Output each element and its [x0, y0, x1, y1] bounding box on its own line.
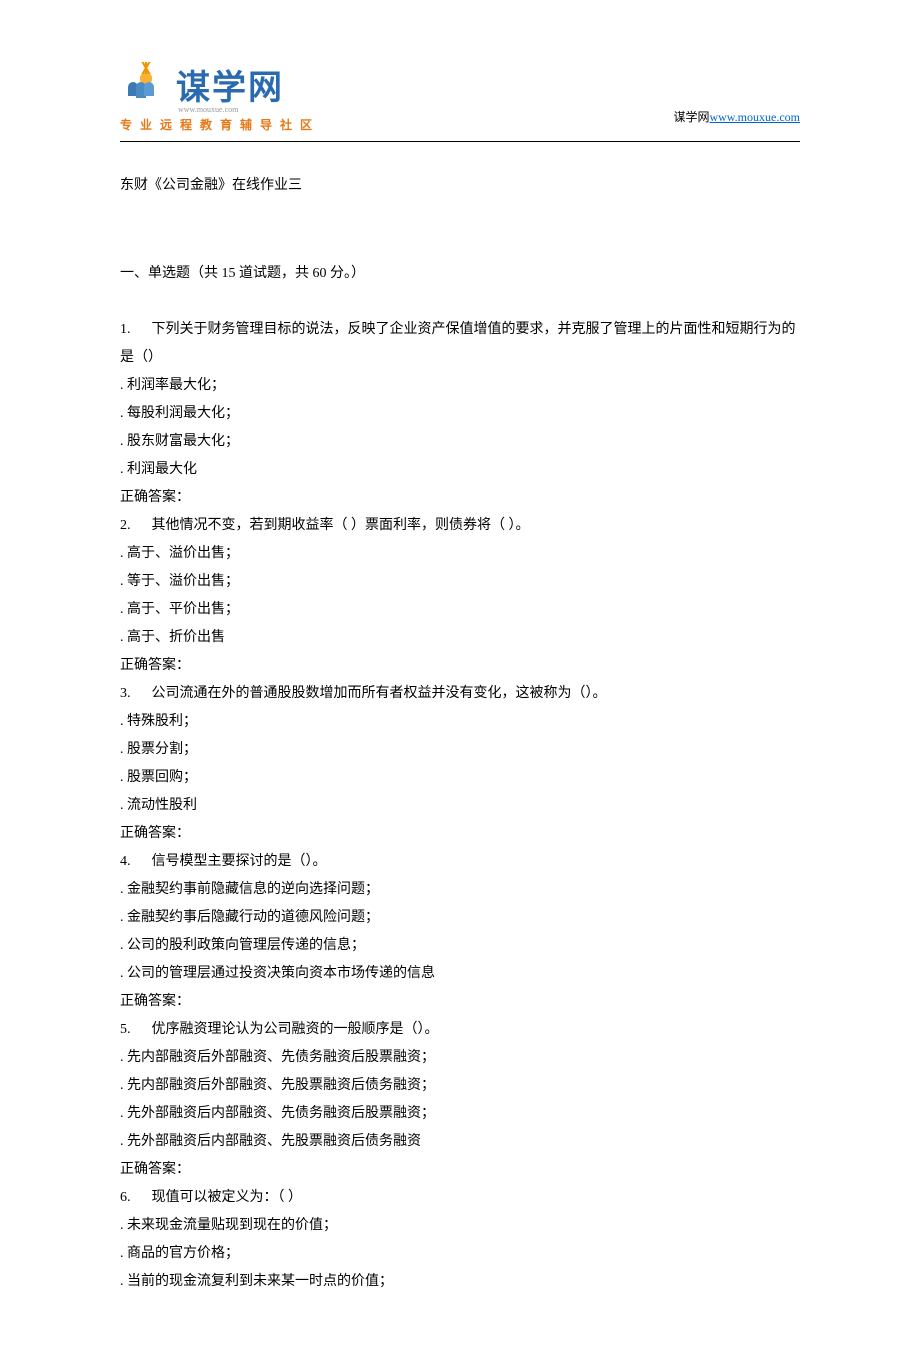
question-option: . 先内部融资后外部融资、先股票融资后债务融资；: [120, 1072, 800, 1100]
question-option: . 高于、折价出售: [120, 624, 800, 652]
question-block: 2. 其他情况不变，若到期收益率（ ）票面利率，则债券将（ ）。 . 高于、溢价…: [120, 512, 800, 680]
question-option: . 先外部融资后内部融资、先股票融资后债务融资: [120, 1128, 800, 1156]
question-stem: 2. 其他情况不变，若到期收益率（ ）票面利率，则债券将（ ）。: [120, 512, 800, 540]
document-body: 东财《公司金融》在线作业三 一、单选题（共 15 道试题，共 60 分。） 1.…: [120, 172, 800, 1296]
header-divider: [120, 141, 800, 142]
question-stem: 1. 下列关于财务管理目标的说法，反映了企业资产保值增值的要求，并克服了管理上的…: [120, 316, 800, 372]
question-option: . 先外部融资后内部融资、先债务融资后股票融资；: [120, 1100, 800, 1128]
question-option: . 金融契约事前隐藏信息的逆向选择问题；: [120, 876, 800, 904]
question-option: . 先内部融资后外部融资、先债务融资后股票融资；: [120, 1044, 800, 1072]
question-stem: 5. 优序融资理论认为公司融资的一般顺序是（）。: [120, 1016, 800, 1044]
question-option: . 股票分割；: [120, 736, 800, 764]
header-link[interactable]: www.mouxue.com: [709, 110, 800, 124]
logo-tagline: 专业远程教育辅导社区: [120, 116, 320, 133]
question-option: . 高于、溢价出售；: [120, 540, 800, 568]
section-heading: 一、单选题（共 15 道试题，共 60 分。）: [120, 260, 800, 288]
logo-text: 谋学网: [176, 60, 284, 109]
question-stem: 3. 公司流通在外的普通股股数增加而所有者权益并没有变化，这被称为（）。: [120, 680, 800, 708]
header-right-prefix: 谋学网: [673, 110, 709, 124]
page-header: 谋学网 www.mouxue.com 专业远程教育辅导社区 谋学网www.mou…: [120, 60, 800, 133]
question-option: . 利润率最大化；: [120, 372, 800, 400]
question-option: . 利润最大化: [120, 456, 800, 484]
question-block: 5. 优序融资理论认为公司融资的一般顺序是（）。 . 先内部融资后外部融资、先债…: [120, 1016, 800, 1184]
question-option: . 每股利润最大化；: [120, 400, 800, 428]
question-option: . 公司的股利政策向管理层传递的信息；: [120, 932, 800, 960]
question-block: 4. 信号模型主要探讨的是（）。 . 金融契约事前隐藏信息的逆向选择问题； . …: [120, 848, 800, 1016]
question-option: . 当前的现金流复利到未来某一时点的价值；: [120, 1268, 800, 1296]
question-option: . 股东财富最大化；: [120, 428, 800, 456]
question-option: . 特殊股利；: [120, 708, 800, 736]
answer-label: 正确答案：: [120, 484, 800, 512]
question-stem: 6. 现值可以被定义为：（ ）: [120, 1184, 800, 1212]
question-option: . 商品的官方价格；: [120, 1240, 800, 1268]
answer-label: 正确答案：: [120, 820, 800, 848]
answer-label: 正确答案：: [120, 988, 800, 1016]
header-site-label: 谋学网www.mouxue.com: [673, 108, 800, 133]
answer-label: 正确答案：: [120, 1156, 800, 1184]
question-block: 3. 公司流通在外的普通股股数增加而所有者权益并没有变化，这被称为（）。 . 特…: [120, 680, 800, 848]
question-option: . 股票回购；: [120, 764, 800, 792]
question-option: . 流动性股利: [120, 792, 800, 820]
logo-icon: [120, 66, 170, 104]
question-option: . 公司的管理层通过投资决策向资本市场传递的信息: [120, 960, 800, 988]
question-block: 1. 下列关于财务管理目标的说法，反映了企业资产保值增值的要求，并克服了管理上的…: [120, 316, 800, 512]
question-block: 6. 现值可以被定义为：（ ） . 未来现金流量贴现到现在的价值； . 商品的官…: [120, 1184, 800, 1296]
logo-block: 谋学网 www.mouxue.com 专业远程教育辅导社区: [120, 60, 320, 133]
question-stem: 4. 信号模型主要探讨的是（）。: [120, 848, 800, 876]
question-option: . 金融契约事后隐藏行动的道德风险问题；: [120, 904, 800, 932]
question-option: . 高于、平价出售；: [120, 596, 800, 624]
answer-label: 正确答案：: [120, 652, 800, 680]
question-option: . 等于、溢价出售；: [120, 568, 800, 596]
logo-url-small: www.mouxue.com: [178, 105, 320, 114]
question-option: . 未来现金流量贴现到现在的价值；: [120, 1212, 800, 1240]
document-title: 东财《公司金融》在线作业三: [120, 172, 800, 200]
